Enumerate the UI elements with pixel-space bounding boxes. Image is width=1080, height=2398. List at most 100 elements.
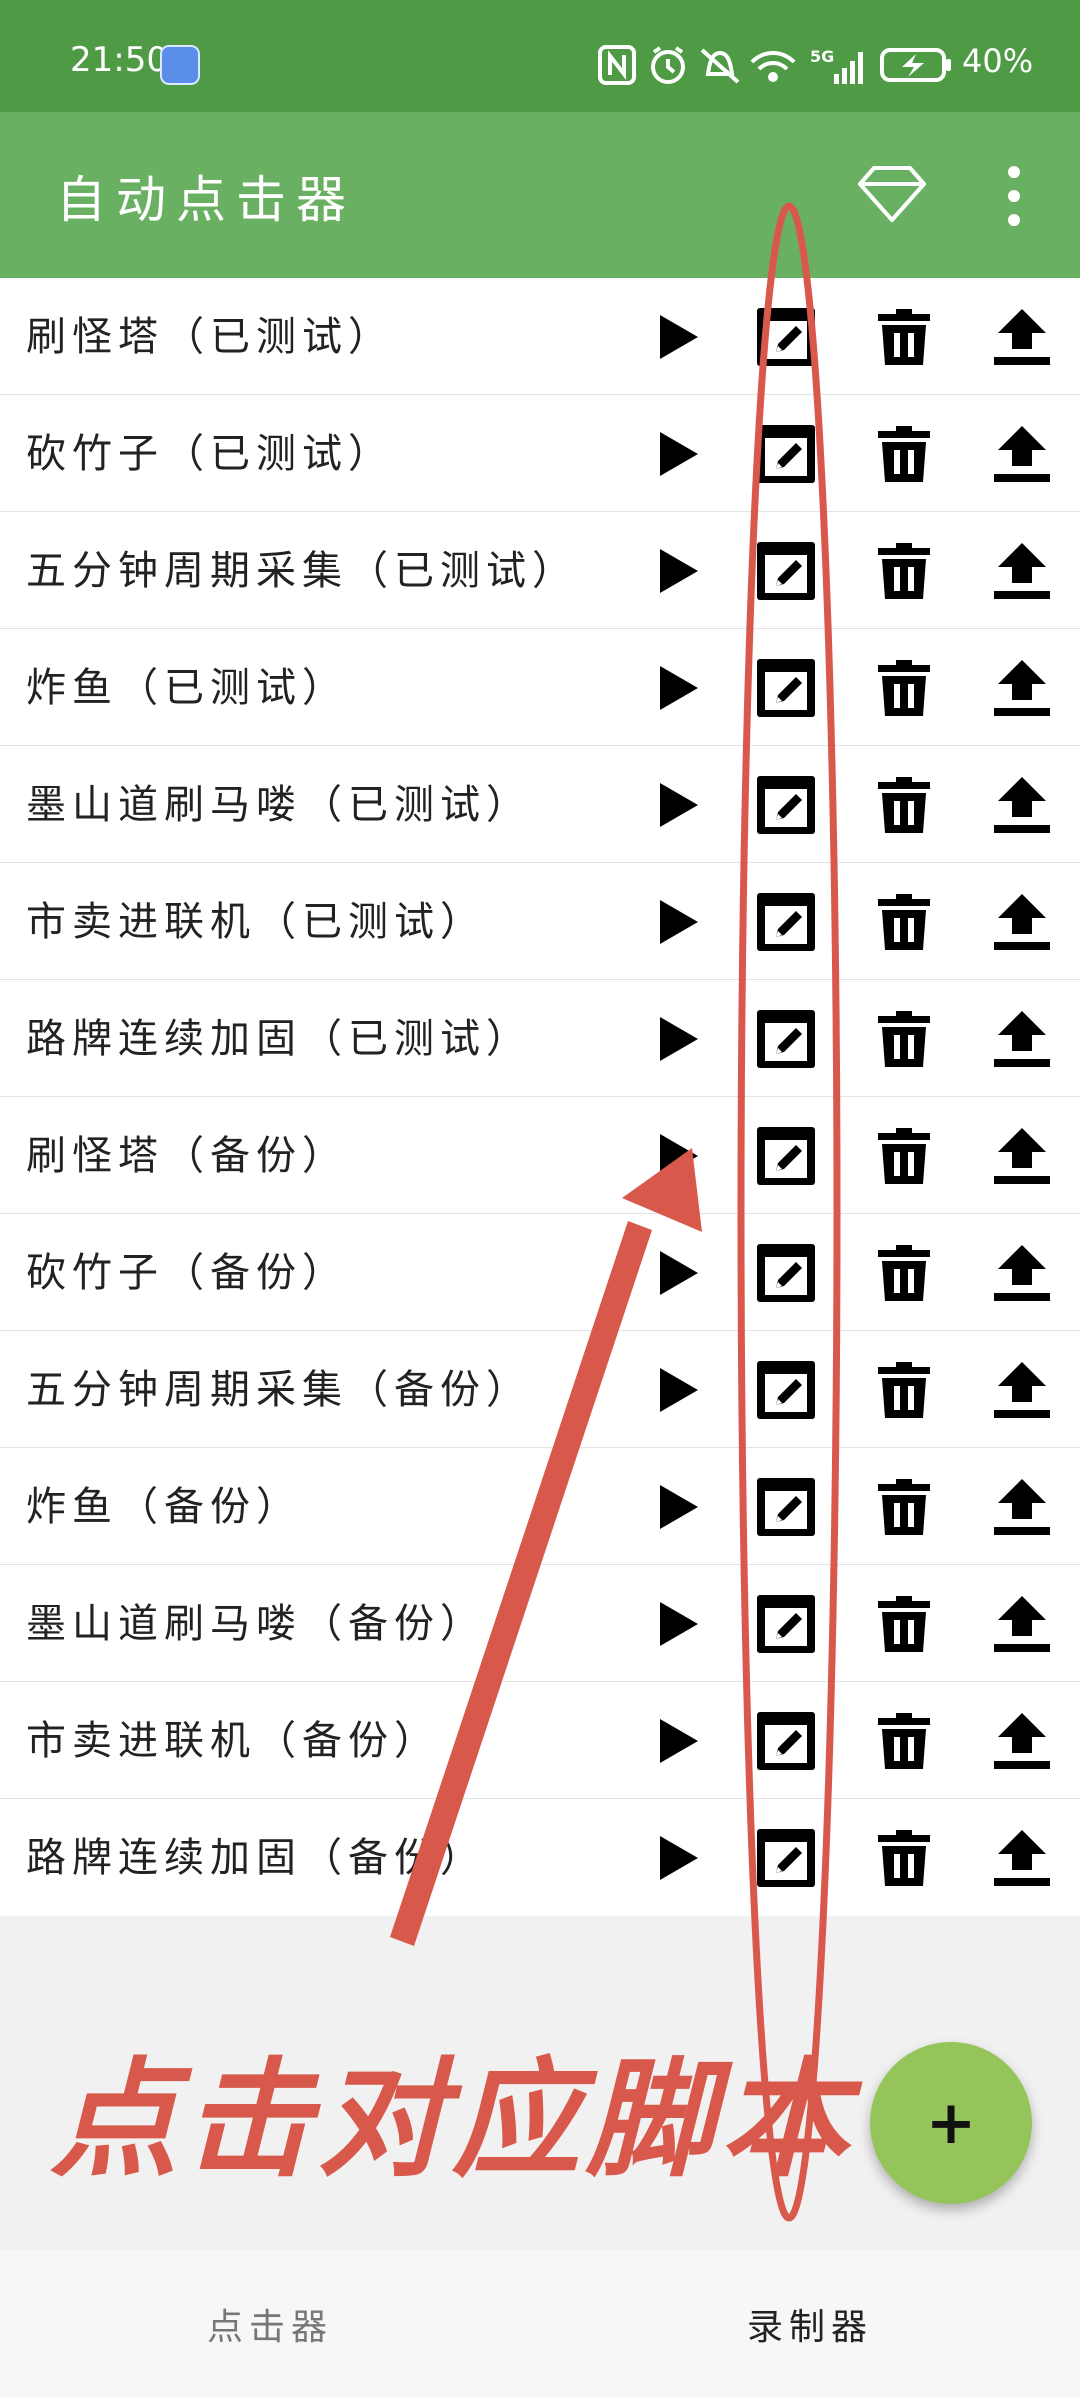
add-script-button[interactable]: +: [870, 2042, 1032, 2204]
script-row: 墨山道刷马喽（备份）: [0, 1565, 1080, 1682]
delete-icon[interactable]: [872, 1358, 936, 1422]
diamond-icon[interactable]: [856, 164, 928, 224]
delete-icon[interactable]: [872, 1124, 936, 1188]
play-icon[interactable]: [643, 1592, 707, 1656]
script-list: 刷怪塔（已测试） 砍竹子（已测试） 五分钟周期采集（已测试） 炸鱼（已测试） 墨…: [0, 278, 1080, 1916]
script-row: 炸鱼（备份）: [0, 1448, 1080, 1565]
delete-icon[interactable]: [872, 656, 936, 720]
edit-icon[interactable]: [754, 1709, 818, 1773]
play-icon[interactable]: [643, 1241, 707, 1305]
script-name[interactable]: 市卖进联机（已测试）: [26, 863, 606, 980]
script-name[interactable]: 炸鱼（备份）: [26, 1448, 606, 1565]
script-name[interactable]: 五分钟周期采集（备份）: [26, 1331, 606, 1448]
status-time: 21:50: [70, 40, 168, 80]
upload-icon[interactable]: [990, 305, 1054, 369]
script-name[interactable]: 市卖进联机（备份）: [26, 1682, 606, 1799]
upload-icon[interactable]: [990, 1241, 1054, 1305]
bottom-nav: 点击器 录制器: [0, 2250, 1080, 2398]
script-name[interactable]: 路牌连续加固（备份）: [26, 1799, 606, 1916]
upload-icon[interactable]: [990, 1358, 1054, 1422]
script-name[interactable]: 炸鱼（已测试）: [26, 629, 606, 746]
script-name[interactable]: 刷怪塔（已测试）: [26, 278, 606, 395]
edit-icon[interactable]: [754, 539, 818, 603]
tab-clicker[interactable]: 点击器: [0, 2250, 540, 2398]
delete-icon[interactable]: [872, 1007, 936, 1071]
script-row: 刷怪塔（备份）: [0, 1097, 1080, 1214]
upload-icon[interactable]: [990, 1826, 1054, 1890]
script-row: 路牌连续加固（已测试）: [0, 980, 1080, 1097]
play-icon[interactable]: [643, 422, 707, 486]
script-name[interactable]: 五分钟周期采集（已测试）: [26, 512, 606, 629]
edit-icon[interactable]: [754, 890, 818, 954]
script-row: 五分钟周期采集（备份）: [0, 1331, 1080, 1448]
upload-icon[interactable]: [990, 539, 1054, 603]
delete-icon[interactable]: [872, 305, 936, 369]
delete-icon[interactable]: [872, 422, 936, 486]
mute-icon: [700, 48, 740, 84]
script-name[interactable]: 砍竹子（已测试）: [26, 395, 606, 512]
edit-icon[interactable]: [754, 1826, 818, 1890]
delete-icon[interactable]: [872, 539, 936, 603]
edit-icon[interactable]: [754, 305, 818, 369]
play-icon[interactable]: [643, 539, 707, 603]
edit-icon[interactable]: [754, 773, 818, 837]
delete-icon[interactable]: [872, 773, 936, 837]
play-icon[interactable]: [643, 773, 707, 837]
edit-icon[interactable]: [754, 1475, 818, 1539]
app-title: 自动点击器: [56, 171, 356, 229]
script-name[interactable]: 墨山道刷马喽（备份）: [26, 1565, 606, 1682]
script-row: 五分钟周期采集（已测试）: [0, 512, 1080, 629]
delete-icon[interactable]: [872, 1592, 936, 1656]
script-row: 市卖进联机（已测试）: [0, 863, 1080, 980]
play-icon[interactable]: [643, 1358, 707, 1422]
edit-icon[interactable]: [754, 1124, 818, 1188]
play-icon[interactable]: [643, 1475, 707, 1539]
script-row: 砍竹子（备份）: [0, 1214, 1080, 1331]
edit-icon[interactable]: [754, 1358, 818, 1422]
script-row: 刷怪塔（已测试）: [0, 278, 1080, 395]
play-icon[interactable]: [643, 890, 707, 954]
play-icon[interactable]: [643, 1124, 707, 1188]
battery-percent: 40%: [962, 42, 1034, 80]
tab-recorder[interactable]: 录制器: [540, 2250, 1080, 2398]
script-row: 市卖进联机（备份）: [0, 1682, 1080, 1799]
battery-charging-icon: [880, 48, 951, 82]
play-icon[interactable]: [643, 1826, 707, 1890]
more-vert-icon[interactable]: [996, 164, 1032, 228]
script-row: 路牌连续加固（备份）: [0, 1799, 1080, 1916]
delete-icon[interactable]: [872, 1709, 936, 1773]
status-icons: 5G: [598, 45, 951, 85]
app-bar: 自动点击器: [0, 112, 1080, 278]
script-name[interactable]: 路牌连续加固（已测试）: [26, 980, 606, 1097]
upload-icon[interactable]: [990, 890, 1054, 954]
annotation-text: 点击对应脚本: [50, 2045, 855, 2195]
upload-icon[interactable]: [990, 656, 1054, 720]
delete-icon[interactable]: [872, 1241, 936, 1305]
script-name[interactable]: 砍竹子（备份）: [26, 1214, 606, 1331]
script-name[interactable]: 刷怪塔（备份）: [26, 1097, 606, 1214]
upload-icon[interactable]: [990, 422, 1054, 486]
edit-icon[interactable]: [754, 1592, 818, 1656]
play-icon[interactable]: [643, 656, 707, 720]
upload-icon[interactable]: [990, 1592, 1054, 1656]
script-row: 砍竹子（已测试）: [0, 395, 1080, 512]
script-row: 墨山道刷马喽（已测试）: [0, 746, 1080, 863]
upload-icon[interactable]: [990, 1475, 1054, 1539]
upload-icon[interactable]: [990, 1007, 1054, 1071]
play-icon[interactable]: [643, 305, 707, 369]
edit-icon[interactable]: [754, 422, 818, 486]
delete-icon[interactable]: [872, 1826, 936, 1890]
delete-icon[interactable]: [872, 1475, 936, 1539]
play-icon[interactable]: [643, 1709, 707, 1773]
play-icon[interactable]: [643, 1007, 707, 1071]
edit-icon[interactable]: [754, 656, 818, 720]
svg-text:5G: 5G: [810, 47, 834, 66]
edit-icon[interactable]: [754, 1241, 818, 1305]
edit-icon[interactable]: [754, 1007, 818, 1071]
signal-5g-icon: 5G: [810, 47, 863, 84]
delete-icon[interactable]: [872, 890, 936, 954]
script-name[interactable]: 墨山道刷马喽（已测试）: [26, 746, 606, 863]
upload-icon[interactable]: [990, 773, 1054, 837]
upload-icon[interactable]: [990, 1709, 1054, 1773]
upload-icon[interactable]: [990, 1124, 1054, 1188]
